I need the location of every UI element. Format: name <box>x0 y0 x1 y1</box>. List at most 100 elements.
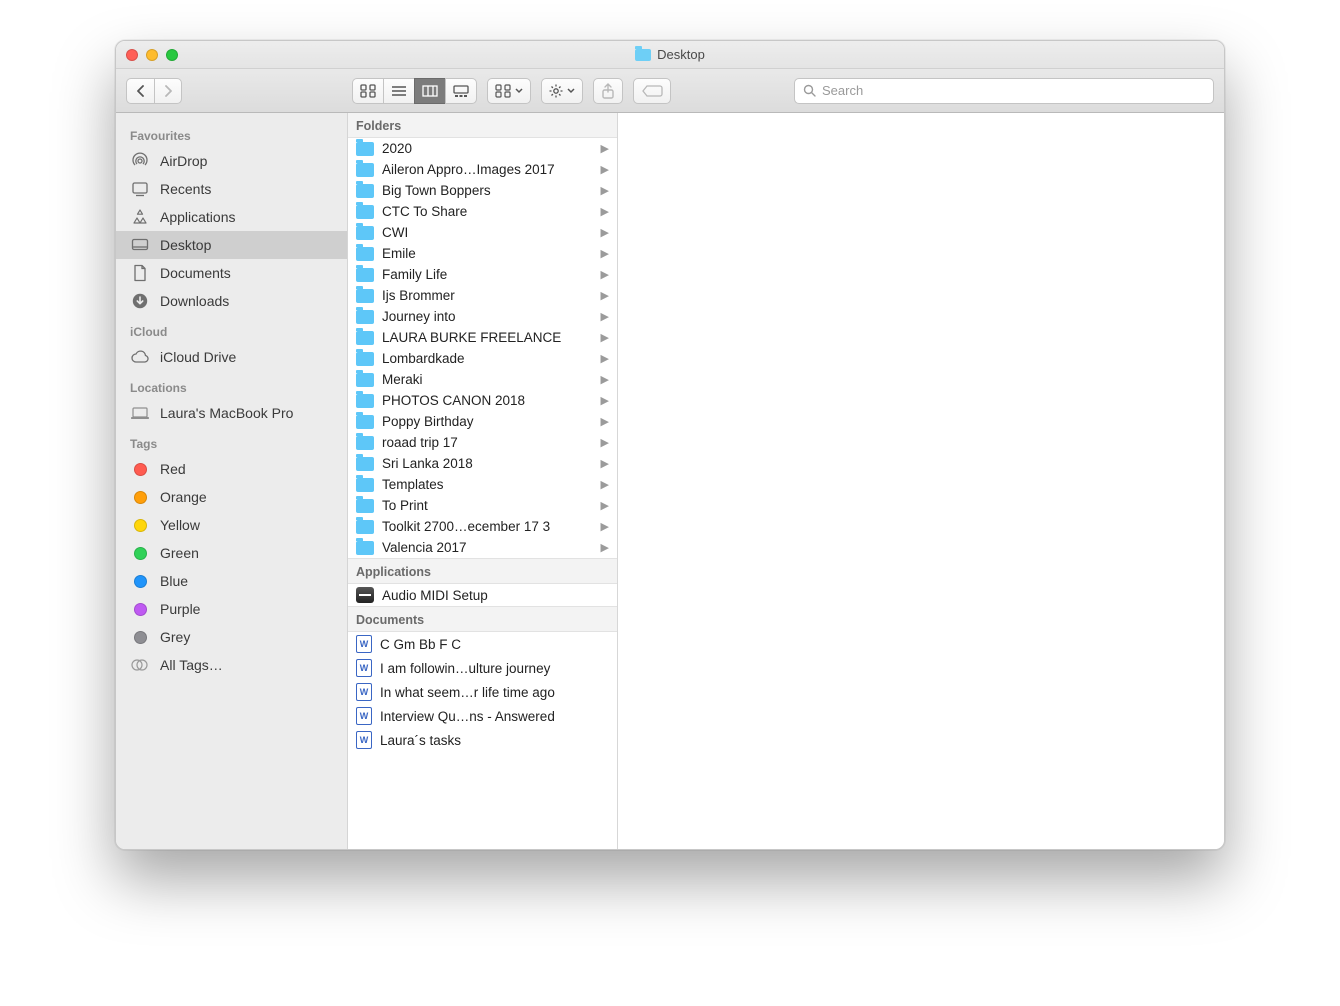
file-name: Valencia 2017 <box>382 540 593 555</box>
back-button[interactable] <box>126 78 154 104</box>
forward-button[interactable] <box>154 78 182 104</box>
tag-icon <box>130 460 150 478</box>
file-row[interactable]: C Gm Bb F C <box>348 632 617 656</box>
file-row[interactable]: In what seem…r life time ago <box>348 680 617 704</box>
file-name: Big Town Boppers <box>382 183 593 198</box>
gallery-icon <box>453 85 469 97</box>
column-1[interactable]: Folders2020▶Aileron Appro…Images 2017▶Bi… <box>348 113 618 849</box>
file-row[interactable]: Big Town Boppers▶ <box>348 180 617 201</box>
file-row[interactable]: Journey into▶ <box>348 306 617 327</box>
word-doc-icon <box>356 659 372 677</box>
folder-icon <box>356 205 374 219</box>
file-row[interactable]: Aileron Appro…Images 2017▶ <box>348 159 617 180</box>
file-row[interactable]: I am followin…ulture journey <box>348 656 617 680</box>
folder-icon <box>356 373 374 387</box>
search-input[interactable] <box>822 83 1205 98</box>
sidebar-item-purple[interactable]: Purple <box>116 595 347 623</box>
file-row[interactable]: To Print▶ <box>348 495 617 516</box>
sidebar-item-grey[interactable]: Grey <box>116 623 347 651</box>
sidebar-item-icloud-drive[interactable]: iCloud Drive <box>116 343 347 371</box>
file-row[interactable]: LAURA BURKE FREELANCE▶ <box>348 327 617 348</box>
file-name: Aileron Appro…Images 2017 <box>382 162 593 177</box>
file-row[interactable]: Interview Qu…ns - Answered <box>348 704 617 728</box>
chevron-right-icon <box>163 85 173 97</box>
column-view-button[interactable] <box>414 78 445 104</box>
grid-icon <box>495 84 511 98</box>
file-row[interactable]: Templates▶ <box>348 474 617 495</box>
file-row[interactable]: Valencia 2017▶ <box>348 537 617 558</box>
file-row[interactable]: Meraki▶ <box>348 369 617 390</box>
disclosure-chevron-icon: ▶ <box>601 352 611 365</box>
close-window-button[interactable] <box>126 49 138 61</box>
finder-window: Desktop <box>115 40 1225 850</box>
file-row[interactable]: Ijs Brommer▶ <box>348 285 617 306</box>
downloads-icon <box>130 292 150 310</box>
tag-icon <box>130 516 150 534</box>
file-name: Sri Lanka 2018 <box>382 456 593 471</box>
sidebar-section-label: Locations <box>116 371 347 399</box>
sidebar-item-label: Red <box>160 461 186 477</box>
file-row[interactable]: Audio MIDI Setup <box>348 584 617 606</box>
file-row[interactable]: CWI▶ <box>348 222 617 243</box>
file-name: LAURA BURKE FREELANCE <box>382 330 593 345</box>
file-row[interactable]: Toolkit 2700…ecember 17 3▶ <box>348 516 617 537</box>
file-row[interactable]: Lombardkade▶ <box>348 348 617 369</box>
icon-view-button[interactable] <box>352 78 383 104</box>
gear-icon <box>549 84 563 98</box>
file-row[interactable]: Poppy Birthday▶ <box>348 411 617 432</box>
sidebar-item-label: Documents <box>160 265 231 281</box>
sidebar-item-blue[interactable]: Blue <box>116 567 347 595</box>
file-name: Journey into <box>382 309 593 324</box>
sidebar-item-airdrop[interactable]: AirDrop <box>116 147 347 175</box>
sidebar-item-label: All Tags… <box>160 657 223 673</box>
sidebar-item-red[interactable]: Red <box>116 455 347 483</box>
zoom-window-button[interactable] <box>166 49 178 61</box>
sidebar-item-laura-s-macbook-pro[interactable]: Laura's MacBook Pro <box>116 399 347 427</box>
folder-icon <box>356 142 374 156</box>
disclosure-chevron-icon: ▶ <box>601 394 611 407</box>
file-name: C Gm Bb F C <box>380 637 611 652</box>
file-row[interactable]: Emile▶ <box>348 243 617 264</box>
sidebar-item-recents[interactable]: Recents <box>116 175 347 203</box>
chevron-down-icon <box>515 88 523 94</box>
search-icon <box>803 84 816 97</box>
file-row[interactable]: 2020▶ <box>348 138 617 159</box>
disclosure-chevron-icon: ▶ <box>601 142 611 155</box>
folder-icon <box>356 268 374 282</box>
sidebar-item-documents[interactable]: Documents <box>116 259 347 287</box>
search-field[interactable] <box>794 78 1214 104</box>
folder-icon <box>356 541 374 555</box>
file-row[interactable]: Sri Lanka 2018▶ <box>348 453 617 474</box>
file-row[interactable]: Laura´s tasks <box>348 728 617 752</box>
file-row[interactable]: PHOTOS CANON 2018▶ <box>348 390 617 411</box>
word-doc-icon <box>356 731 372 749</box>
sidebar-item-downloads[interactable]: Downloads <box>116 287 347 315</box>
gallery-view-button[interactable] <box>445 78 477 104</box>
minimize-window-button[interactable] <box>146 49 158 61</box>
sidebar-section-label: iCloud <box>116 315 347 343</box>
window-body: FavouritesAirDropRecentsApplicationsDesk… <box>116 113 1224 849</box>
disclosure-chevron-icon: ▶ <box>601 436 611 449</box>
folder-icon <box>356 310 374 324</box>
sidebar-item-all-tags-[interactable]: All Tags… <box>116 651 347 679</box>
file-row[interactable]: Family Life▶ <box>348 264 617 285</box>
file-row[interactable]: CTC To Share▶ <box>348 201 617 222</box>
file-name: Templates <box>382 477 593 492</box>
file-name: Laura´s tasks <box>380 733 611 748</box>
action-button[interactable] <box>541 78 583 104</box>
tag-icon <box>641 84 663 98</box>
sidebar-item-orange[interactable]: Orange <box>116 483 347 511</box>
file-row[interactable]: roaad trip 17▶ <box>348 432 617 453</box>
disclosure-chevron-icon: ▶ <box>601 499 611 512</box>
sidebar-item-desktop[interactable]: Desktop <box>116 231 347 259</box>
share-button[interactable] <box>593 78 623 104</box>
word-doc-icon <box>356 707 372 725</box>
sidebar-item-applications[interactable]: Applications <box>116 203 347 231</box>
arrange-button[interactable] <box>487 78 531 104</box>
tags-button[interactable] <box>633 78 671 104</box>
sidebar: FavouritesAirDropRecentsApplicationsDesk… <box>116 113 348 849</box>
list-view-button[interactable] <box>383 78 414 104</box>
sidebar-item-yellow[interactable]: Yellow <box>116 511 347 539</box>
columns-icon <box>422 85 438 97</box>
sidebar-item-green[interactable]: Green <box>116 539 347 567</box>
